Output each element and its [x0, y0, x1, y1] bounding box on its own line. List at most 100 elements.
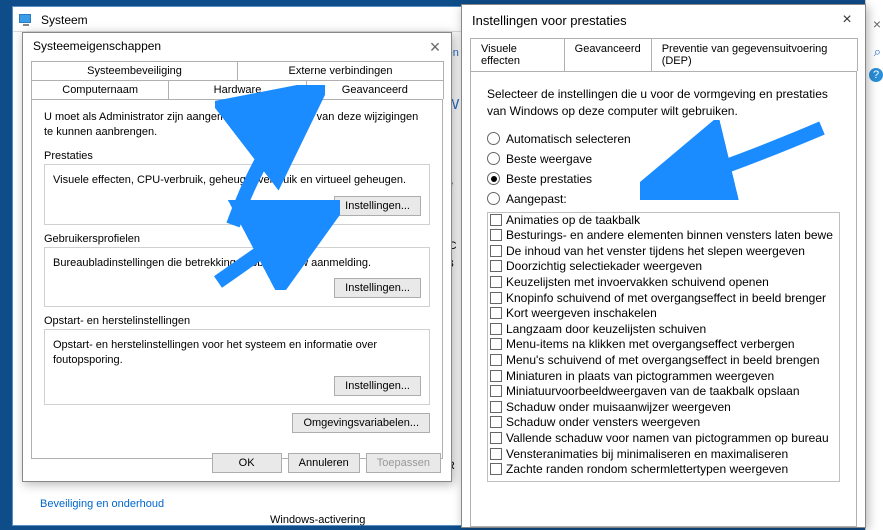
admin-note: U moet als Administrator zijn aangemeld … — [44, 110, 430, 140]
radio-icon — [487, 152, 500, 165]
tab-dep[interactable]: Preventie van gegevensuitvoering (DEP) — [651, 38, 858, 71]
apply-button[interactable]: Toepassen — [366, 453, 441, 473]
checkbox-label: Menu's schuivend of met overgangseffect … — [506, 353, 820, 369]
checkbox-option[interactable]: Miniaturen in plaats van pictogrammen we… — [488, 369, 839, 385]
visual-effects-list[interactable]: Animaties op de taakbalkBesturings- en a… — [487, 212, 840, 482]
checkbox-label: Menu-items na klikken met overgangseffec… — [506, 337, 795, 353]
radio-custom-label: Aangepast: — [506, 192, 567, 206]
close-icon[interactable]: × — [425, 37, 445, 58]
section-startup-recovery: Opstart- en herstelinstellingen Opstart-… — [44, 315, 430, 405]
checkbox-option[interactable]: Schaduw onder muisaanwijzer weergeven — [488, 400, 839, 416]
radio-auto-label: Automatisch selecteren — [506, 132, 631, 146]
checkbox-option[interactable]: Zachte randen rondom schermlettertypen w… — [488, 462, 839, 478]
checkbox-option[interactable]: Schaduw onder vensters weergeven — [488, 415, 839, 431]
profiles-settings-button[interactable]: Instellingen... — [334, 278, 421, 298]
section-performance-title: Prestaties — [44, 150, 430, 162]
checkbox-option[interactable]: Menu-items na klikken met overgangseffec… — [488, 337, 839, 353]
radio-auto[interactable]: Automatisch selecteren — [487, 132, 840, 146]
checkbox-icon — [490, 432, 502, 444]
checkbox-icon — [490, 401, 502, 413]
section-startup-recovery-title: Opstart- en herstelinstellingen — [44, 315, 430, 327]
checkbox-icon — [490, 214, 502, 226]
checkbox-icon — [490, 323, 502, 335]
checkbox-label: Vallende schaduw voor namen van pictogra… — [506, 431, 829, 447]
checkbox-option[interactable]: Langzaam door keuzelijsten schuiven — [488, 322, 839, 338]
checkbox-icon — [490, 448, 502, 460]
cancel-button[interactable]: Annuleren — [288, 453, 360, 473]
tab-remote[interactable]: Externe verbindingen — [237, 61, 444, 80]
checkbox-icon — [490, 260, 502, 272]
perf-tabs: Visuele effecten Geavanceerd Preventie v… — [470, 38, 857, 71]
checkbox-icon — [490, 370, 502, 382]
activation-label: Windows-activering — [270, 514, 365, 526]
performance-options-dialog: Instellingen voor prestaties × Visuele e… — [461, 4, 866, 528]
checkbox-option[interactable]: Keuzelijsten met invoervakken schuivend … — [488, 275, 839, 291]
checkbox-label: De inhoud van het venster tijdens het sl… — [506, 244, 805, 260]
perf-description: Selecteer de instellingen die u voor de … — [487, 86, 840, 120]
tab-advanced[interactable]: Geavanceerd — [306, 80, 444, 99]
checkbox-label: Besturings- en andere elementen binnen v… — [506, 228, 833, 244]
checkbox-icon — [490, 245, 502, 257]
performance-options-title: Instellingen voor prestaties — [472, 13, 627, 28]
radio-icon — [487, 132, 500, 145]
performance-options-titlebar: Instellingen voor prestaties × — [462, 5, 865, 34]
checkbox-option[interactable]: Kort weergeven inschakelen — [488, 306, 839, 322]
section-user-profiles: Gebruikersprofielen Bureaubladinstelling… — [44, 233, 430, 308]
system-properties-dialog: Systeemeigenschappen × Systeembeveiligin… — [22, 32, 452, 482]
section-user-profiles-title: Gebruikersprofielen — [44, 233, 430, 245]
checkbox-label: Schaduw onder vensters weergeven — [506, 415, 700, 431]
section-performance-desc: Visuele effecten, CPU-verbruik, geheugen… — [53, 173, 421, 188]
checkbox-label: Zachte randen rondom schermlettertypen w… — [506, 462, 788, 478]
section-startup-recovery-desc: Opstart- en herstelinstellingen voor het… — [53, 338, 421, 368]
section-user-profiles-desc: Bureaubladinstellingen die betrekking he… — [53, 256, 421, 271]
checkbox-option[interactable]: Animaties op de taakbalk — [488, 213, 839, 229]
tab-advanced[interactable]: Geavanceerd — [564, 38, 652, 71]
environment-variables-button[interactable]: Omgevingsvariabelen... — [292, 413, 430, 433]
monitor-icon — [19, 12, 33, 26]
checkbox-option[interactable]: De inhoud van het venster tijdens het sl… — [488, 244, 839, 260]
checkbox-option[interactable]: Doorzichtig selectiekader weergeven — [488, 259, 839, 275]
close-icon[interactable]: × — [873, 16, 881, 32]
checkbox-option[interactable]: Vensteranimaties bij minimaliseren en ma… — [488, 447, 839, 463]
checkbox-label: Knopinfo schuivend of met overgangseffec… — [506, 291, 826, 307]
checkbox-label: Kort weergeven inschakelen — [506, 306, 657, 322]
system-properties-title: Systeemeigenschappen — [33, 39, 161, 53]
tabs: Systeembeveiliging Externe verbindingen … — [31, 61, 443, 459]
checkbox-option[interactable]: Miniatuurvoorbeeldweergaven van de taakb… — [488, 384, 839, 400]
checkbox-label: Animaties op de taakbalk — [506, 213, 640, 229]
security-link[interactable]: Beveiliging en onderhoud — [40, 498, 164, 510]
checkbox-label: Miniatuurvoorbeeldweergaven van de taakb… — [506, 384, 800, 400]
checkbox-label: Schaduw onder muisaanwijzer weergeven — [506, 400, 731, 416]
checkbox-label: Vensteranimaties bij minimaliseren en ma… — [506, 447, 788, 463]
checkbox-icon — [490, 354, 502, 366]
checkbox-option[interactable]: Vallende schaduw voor namen van pictogra… — [488, 431, 839, 447]
checkbox-option[interactable]: Knopinfo schuivend of met overgangseffec… — [488, 291, 839, 307]
ok-button[interactable]: OK — [212, 453, 282, 473]
radio-best-appearance-label: Beste weergave — [506, 152, 592, 166]
search-icon[interactable]: ⌕ — [874, 44, 881, 60]
checkbox-icon — [490, 307, 502, 319]
tab-visual-effects[interactable]: Visuele effecten — [470, 38, 565, 71]
system-window-title: Systeem — [41, 13, 88, 27]
radio-best-appearance[interactable]: Beste weergave — [487, 152, 840, 166]
checkbox-label: Langzaam door keuzelijsten schuiven — [506, 322, 706, 338]
checkbox-icon — [490, 385, 502, 397]
right-strip: × ⌕ ? — [865, 0, 883, 530]
help-icon[interactable]: ? — [869, 68, 883, 82]
checkbox-option[interactable]: Besturings- en andere elementen binnen v… — [488, 228, 839, 244]
dialog-buttons: OK Annuleren Toepassen — [212, 453, 441, 473]
radio-icon — [487, 192, 500, 205]
close-icon[interactable]: × — [837, 11, 857, 29]
tab-computer-name[interactable]: Computernaam — [31, 80, 169, 99]
checkbox-label: Doorzichtig selectiekader weergeven — [506, 259, 702, 275]
checkbox-option[interactable]: Menu's schuivend of met overgangseffect … — [488, 353, 839, 369]
startup-settings-button[interactable]: Instellingen... — [334, 376, 421, 396]
checkbox-icon — [490, 463, 502, 475]
checkbox-icon — [490, 338, 502, 350]
radio-icon — [487, 172, 500, 185]
radio-best-performance[interactable]: Beste prestaties — [487, 172, 840, 186]
radio-custom[interactable]: Aangepast: — [487, 192, 840, 206]
tab-hardware[interactable]: Hardware — [168, 80, 306, 99]
tab-system-protection[interactable]: Systeembeveiliging — [31, 61, 238, 80]
performance-settings-button[interactable]: Instellingen... — [334, 196, 421, 216]
